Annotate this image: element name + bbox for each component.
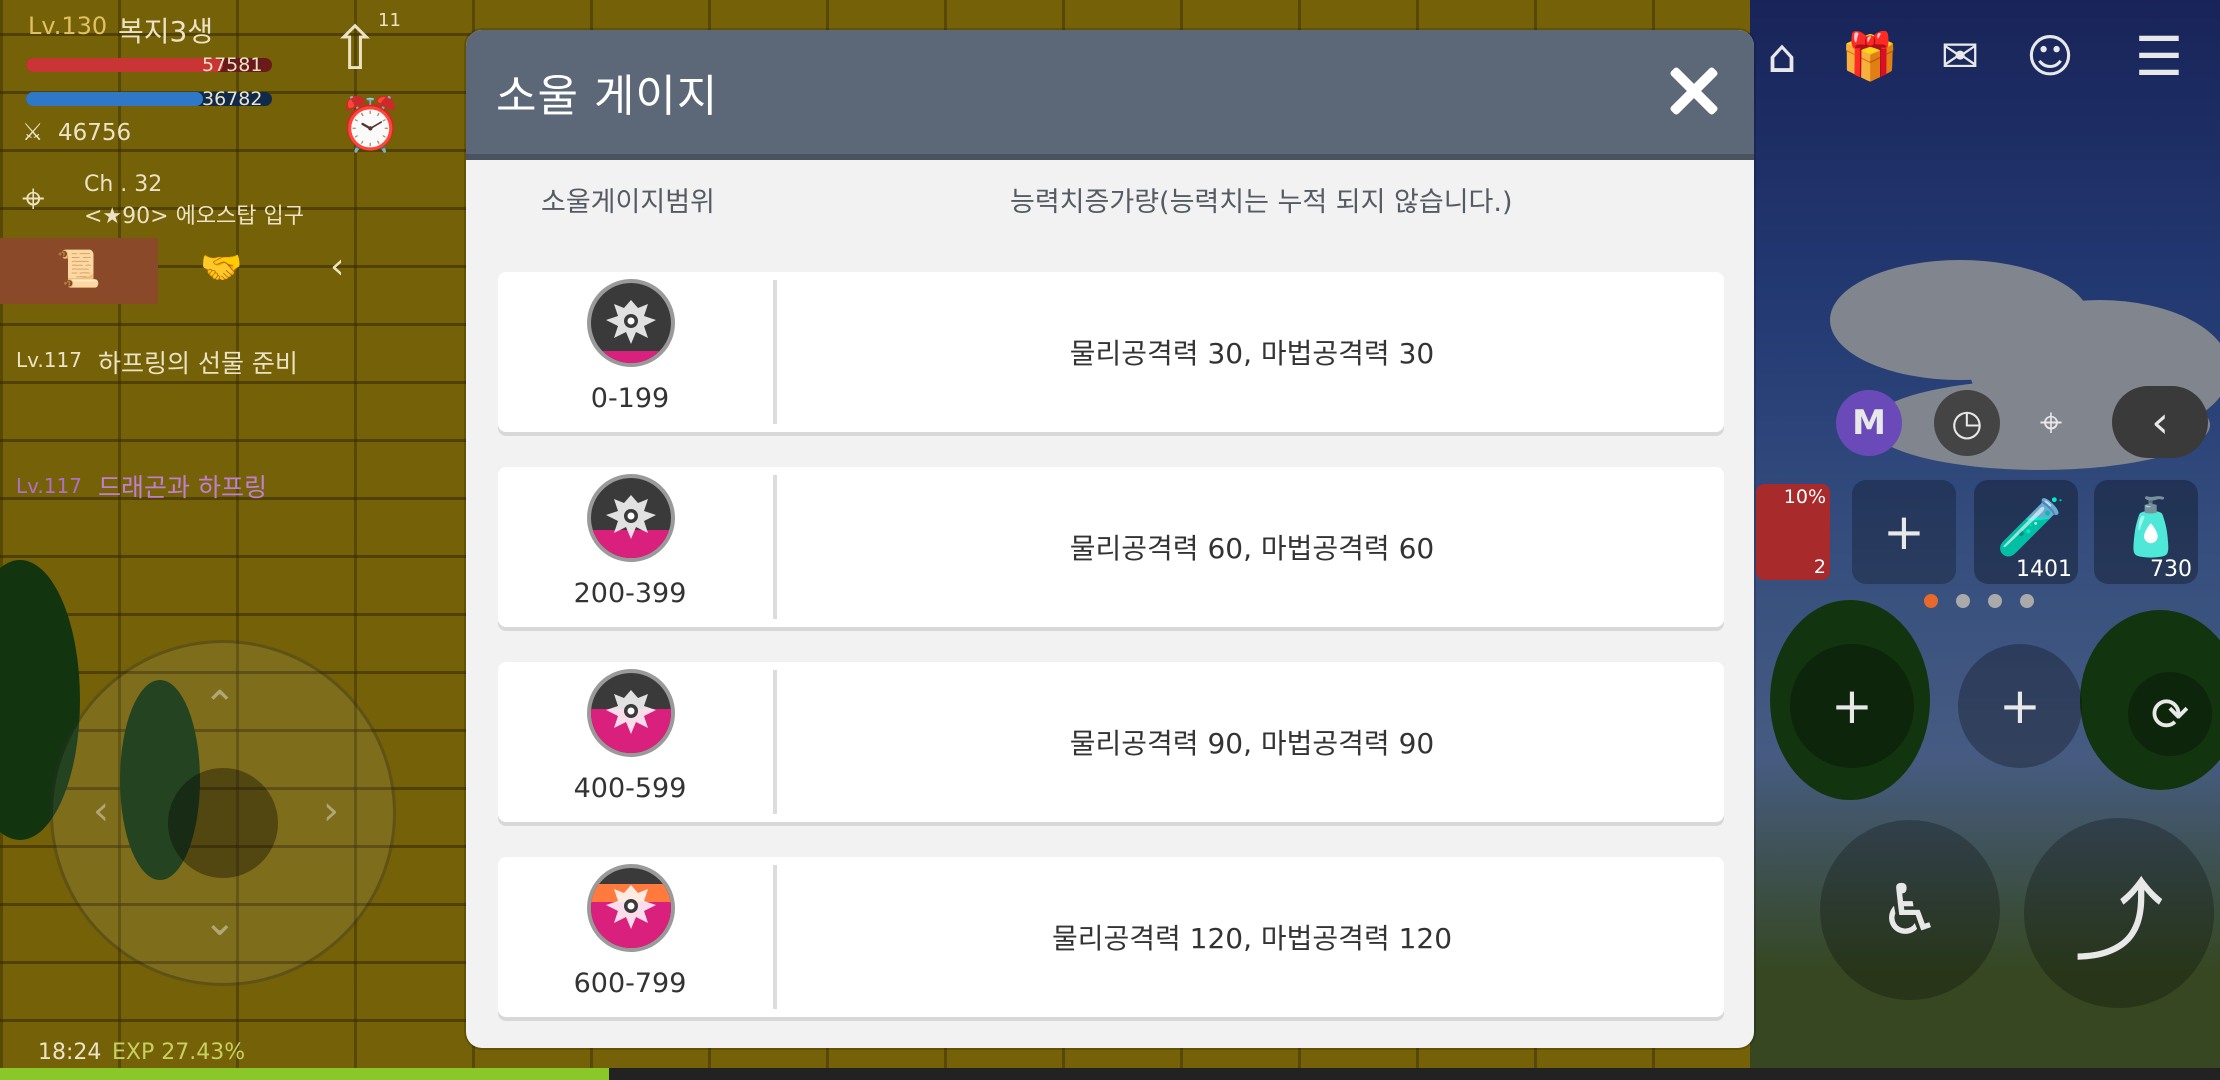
table-row: 200-399 물리공격력 60, 마법공격력 60 bbox=[498, 467, 1724, 627]
range-cell: 0-199 bbox=[498, 272, 762, 432]
exp-bar bbox=[0, 1068, 2220, 1080]
exp-label: EXP 27.43% bbox=[112, 1040, 246, 1065]
player-level: Lv.130 bbox=[28, 12, 108, 40]
soul-gauge-icon bbox=[587, 669, 675, 757]
close-icon[interactable] bbox=[1660, 58, 1728, 126]
red-potion-slot[interactable]: 🧪 1401 bbox=[1974, 480, 2078, 584]
buff-slot[interactable]: 10% 2 bbox=[1756, 484, 1830, 580]
red-potion-count: 1401 bbox=[2016, 557, 2072, 582]
alarm-clock-icon[interactable]: ⏰ bbox=[338, 94, 403, 155]
buff-percent: 10% bbox=[1783, 486, 1826, 508]
quest1-level: Lv.117 bbox=[16, 348, 82, 372]
effect-value: 물리공격력 90, 마법공격력 90 bbox=[1069, 727, 1435, 760]
channel-label: Ch . 32 bbox=[84, 172, 163, 197]
hp-value: 57581 bbox=[202, 54, 263, 76]
red-potion-icon: 🧪 bbox=[1996, 495, 2066, 560]
soul-gauge-icon bbox=[587, 474, 675, 562]
auto-battle-icon[interactable]: ♿ bbox=[1820, 820, 2000, 1000]
quest-tab[interactable]: 📜 bbox=[0, 238, 158, 304]
range-cell: 400-599 bbox=[498, 662, 762, 822]
range-value: 0-199 bbox=[590, 383, 670, 414]
page-dots bbox=[1924, 594, 2044, 612]
range-value: 400-599 bbox=[573, 773, 687, 804]
skill-slot-add-1[interactable]: + bbox=[1790, 644, 1914, 768]
table-row: 600-799 물리공격력 120, 마법공격력 120 bbox=[498, 857, 1724, 1017]
gauge-table: 0-199 물리공격력 30, 마법공격력 30 200-399 물리공격력 6… bbox=[498, 272, 1724, 1048]
soul-gauge-dialog: 소울 게이지 소울게이지범위 능력치증가량(능력치는 누적 되지 않습니다.) … bbox=[466, 30, 1754, 1048]
column-divider bbox=[773, 865, 777, 1009]
arrow-left-icon: ‹ bbox=[93, 788, 109, 834]
range-cell: 600-799 bbox=[498, 857, 762, 1017]
dialog-title: 소울 게이지 bbox=[496, 71, 719, 122]
column-divider bbox=[773, 670, 777, 814]
mail-icon[interactable]: ✉ bbox=[1930, 26, 1990, 86]
maple-m-icon[interactable]: M bbox=[1836, 390, 1902, 456]
arrow-up-icon: ⌃ bbox=[203, 683, 237, 729]
map-pin-icon[interactable]: ⌖ bbox=[2018, 390, 2084, 456]
quest2-level: Lv.117 bbox=[16, 474, 82, 498]
soul-gauge-icon bbox=[587, 864, 675, 952]
level-up-icon[interactable]: ⇧ bbox=[330, 14, 380, 84]
joystick-knob[interactable] bbox=[168, 768, 278, 878]
range-cell: 200-399 bbox=[498, 467, 762, 627]
quest1-name[interactable]: 하프링의 선물 준비 bbox=[98, 344, 298, 380]
guild-icon[interactable]: ⌂ bbox=[1752, 26, 1812, 86]
clock-time: 18:24 bbox=[38, 1040, 102, 1065]
arrow-down-icon: ⌄ bbox=[203, 899, 237, 945]
menu-icon[interactable]: ☰ bbox=[2124, 24, 2194, 88]
scroll-icon: 📜 bbox=[56, 249, 101, 290]
soul-gauge-icon bbox=[587, 279, 675, 367]
range-value: 200-399 bbox=[573, 578, 687, 609]
blue-potion-slot[interactable]: 🧴 730 bbox=[2094, 480, 2198, 584]
mp-value: 36782 bbox=[202, 88, 263, 110]
handshake-icon[interactable]: 🤝 bbox=[200, 248, 242, 288]
jump-icon[interactable]: ⤴ bbox=[2024, 818, 2214, 1008]
blue-potion-icon: 🧴 bbox=[2116, 495, 2186, 560]
column-divider bbox=[773, 475, 777, 619]
sword-icon: ⚔ bbox=[22, 118, 44, 146]
dialog-header: 소울 게이지 bbox=[466, 30, 1754, 154]
location-pin-icon: ⌖ bbox=[22, 176, 45, 222]
map-name: <★90> 에오스탑 입구 bbox=[84, 204, 305, 229]
combat-power: 46756 bbox=[58, 120, 132, 146]
collapse-button[interactable]: ‹ bbox=[2112, 386, 2208, 458]
character-icon[interactable]: ☺ bbox=[2020, 26, 2080, 86]
column-header-effect: 능력치증가량(능력치는 누적 되지 않습니다.) bbox=[1010, 187, 1513, 218]
table-row: 400-599 물리공격력 90, 마법공격력 90 bbox=[498, 662, 1724, 822]
column-header-range: 소울게이지범위 bbox=[541, 187, 715, 218]
buff-count: 2 bbox=[1813, 556, 1826, 578]
column-divider bbox=[773, 280, 777, 424]
clock-icon[interactable]: ◷ bbox=[1934, 390, 2000, 456]
blue-potion-count: 730 bbox=[2150, 557, 2192, 582]
chevron-left-icon[interactable]: ‹ bbox=[330, 246, 344, 287]
table-row: 0-199 물리공격력 30, 마법공격력 30 bbox=[498, 272, 1724, 432]
gift-icon[interactable]: 🎁 bbox=[1840, 26, 1900, 86]
refresh-icon[interactable]: ⟳ bbox=[2128, 672, 2212, 756]
add-slot-button[interactable]: + bbox=[1852, 480, 1956, 584]
header-divider bbox=[466, 154, 1754, 160]
arrow-right-icon: › bbox=[323, 788, 339, 834]
notification-count: 11 bbox=[378, 10, 401, 31]
skill-slot-add-2[interactable]: + bbox=[1958, 644, 2082, 768]
range-value: 600-799 bbox=[573, 968, 687, 999]
quest2-name[interactable]: 드래곤과 하프링 bbox=[98, 468, 267, 504]
effect-value: 물리공격력 60, 마법공격력 60 bbox=[1069, 532, 1435, 565]
effect-value: 물리공격력 30, 마법공격력 30 bbox=[1069, 337, 1435, 370]
player-name: 복지3생 bbox=[118, 15, 214, 48]
joystick[interactable]: ⌃ ⌄ ‹ › bbox=[50, 640, 396, 986]
effect-value: 물리공격력 120, 마법공격력 120 bbox=[1051, 922, 1453, 955]
